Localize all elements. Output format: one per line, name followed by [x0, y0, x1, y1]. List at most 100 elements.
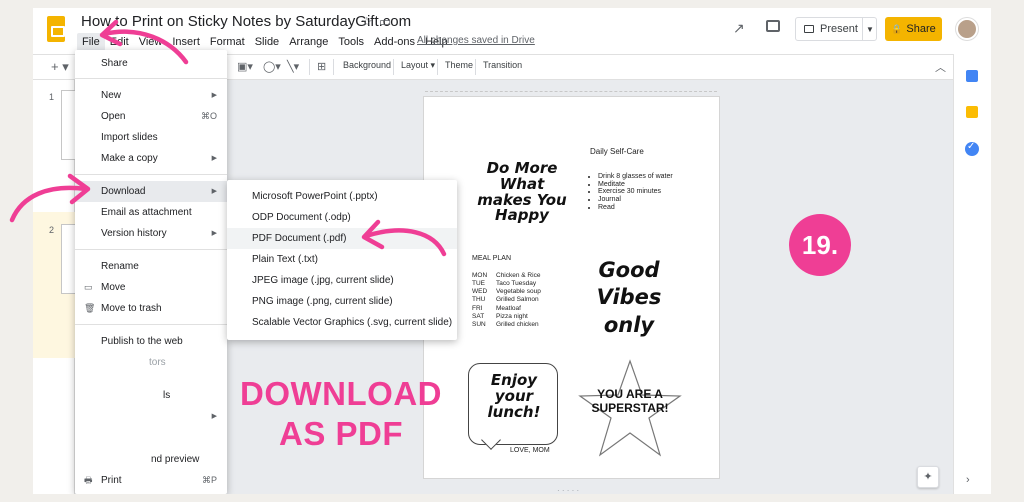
menu-slide[interactable]: Slide [250, 33, 284, 51]
slides-logo-icon[interactable] [47, 16, 65, 42]
theme-button[interactable]: Theme [445, 60, 473, 70]
filmstrip: 1 2 [33, 80, 77, 494]
menu-view[interactable]: View [134, 33, 168, 51]
menu-format[interactable]: Format [205, 33, 250, 51]
file-menu-import-slides[interactable]: Import slides [75, 127, 227, 148]
download-pdf[interactable]: PDF Document (.pdf) [227, 228, 457, 249]
submenu-arrow-icon: ▶ [211, 188, 217, 195]
overlay-line-2: AS PDF [278, 414, 403, 452]
ruler [425, 84, 717, 92]
file-menu-version-history[interactable]: Version history ▶ [75, 223, 227, 244]
download-odp[interactable]: ODP Document (.odp) [227, 207, 457, 228]
comment-icon[interactable] [766, 20, 780, 32]
step-badge: 19. [789, 214, 851, 276]
trend-icon[interactable]: ↗ [733, 20, 745, 37]
note-enjoy-lunch[interactable]: Enjoy your lunch! [476, 372, 552, 420]
overlay-line-1: DOWNLOAD [240, 375, 442, 412]
note-good-vibes[interactable]: Good Vibes only [584, 257, 674, 339]
submenu-arrow-icon: ▶ [211, 230, 217, 237]
new-slide-icon[interactable]: + ▾ [51, 59, 69, 75]
submenu-arrow-icon: ▶ [211, 92, 217, 99]
present-icon [804, 25, 814, 33]
download-submenu: Microsoft PowerPoint (.pptx) ODP Documen… [227, 180, 457, 340]
file-menu-share[interactable]: Share [75, 53, 227, 74]
menu-file[interactable]: File [77, 33, 105, 51]
selfcare-title[interactable]: Daily Self-Care [590, 147, 644, 156]
file-menu-details[interactable]: ls [75, 385, 227, 406]
file-menu-publish[interactable]: Publish to the web [75, 331, 227, 352]
chevron-right-icon[interactable]: › [966, 474, 970, 486]
list-item: Exercise 30 minutes [598, 188, 698, 196]
transition-button[interactable]: Transition [483, 60, 522, 70]
download-jpg[interactable]: JPEG image (.jpg, current slide) [227, 270, 457, 291]
folder-icon: ▭ [84, 282, 93, 292]
note-superstar[interactable]: YOU ARE A SUPERSTAR! [588, 387, 672, 416]
save-status-link[interactable]: All changes saved in Drive [417, 35, 535, 46]
printer-icon: 🖶 [84, 475, 93, 485]
resize-handle[interactable]: · · · · · [557, 486, 579, 494]
download-txt[interactable]: Plain Text (.txt) [227, 249, 457, 270]
submenu-arrow-icon: ▶ [211, 413, 217, 420]
note-do-more[interactable]: Do More What makes You Happy [472, 160, 572, 224]
shape-icon[interactable]: ◯▾ [263, 60, 281, 73]
file-menu-print-preview[interactable]: nd preview [75, 449, 227, 470]
list-item: Journal [598, 196, 698, 204]
meal-plan-title[interactable]: MEAL PLAN [472, 255, 511, 262]
side-panel: › [953, 54, 991, 494]
file-menu-language[interactable]: ▶ [75, 406, 227, 427]
meal-row: SAT Pizza night [472, 312, 528, 320]
file-menu-collaborators[interactable]: tors [75, 352, 227, 373]
submenu-arrow-icon: ▶ [211, 155, 217, 162]
tasks-icon[interactable] [965, 141, 979, 156]
download-pptx[interactable]: Microsoft PowerPoint (.pptx) [227, 186, 457, 207]
image-icon[interactable]: ▣▾ [237, 60, 253, 73]
trash-icon: 🗑 [84, 303, 96, 313]
meal-row: TUE Taco Tuesday [472, 280, 537, 288]
line-icon[interactable]: ╲▾ [287, 60, 299, 73]
menu-tools[interactable]: Tools [333, 33, 369, 51]
meal-plan-table[interactable]: MON Chicken & Rice TUE Taco Tuesday WED Veg… [472, 272, 541, 329]
list-item: Drink 8 glasses of water [598, 173, 698, 181]
folder-icon[interactable]: ▭ [379, 14, 391, 30]
lock-icon: 🔒 [891, 23, 903, 34]
selfcare-list[interactable]: Drink 8 glasses of water Meditate Exerci… [588, 173, 698, 211]
share-button[interactable]: 🔒 Share [885, 17, 942, 41]
menu-insert[interactable]: Insert [167, 33, 205, 51]
avatar[interactable] [956, 18, 978, 40]
menu-arrange[interactable]: Arrange [284, 33, 333, 51]
list-item: Read [598, 204, 698, 212]
explore-button[interactable]: ✦ [917, 466, 939, 488]
meal-row: SUN Grilled chicken [472, 320, 539, 328]
present-dropdown-icon[interactable]: ▼ [862, 17, 877, 41]
comment-add-icon[interactable]: ⊞ [317, 60, 326, 73]
file-menu-move[interactable]: ▭ Move [75, 277, 227, 298]
file-menu-print[interactable]: 🖶 Print ⌘P [75, 470, 227, 491]
file-menu-new[interactable]: New ▶ [75, 85, 227, 106]
background-button[interactable]: Background [343, 60, 391, 70]
menu-addons[interactable]: Add-ons [369, 33, 420, 51]
present-label: Present [820, 23, 858, 35]
slide-number-2: 2 [49, 225, 55, 235]
file-menu: Share New ▶ Open ⌘O Import slides Make a c… [75, 50, 227, 494]
meal-row: MON Chicken & Rice [472, 272, 541, 279]
download-svg[interactable]: Scalable Vector Graphics (.svg, current … [227, 312, 457, 333]
file-menu-download[interactable]: Download ▶ [75, 181, 227, 202]
list-item: Meditate [598, 181, 698, 189]
meal-row: WED Vegetable soup [472, 288, 541, 296]
file-menu-rename[interactable]: Rename [75, 256, 227, 277]
meal-row: FRI Meatloaf [472, 304, 521, 312]
file-menu-open[interactable]: Open ⌘O [75, 106, 227, 127]
file-menu-trash[interactable]: 🗑 Move to trash [75, 298, 227, 319]
file-menu-make-copy[interactable]: Make a copy ▶ [75, 148, 227, 169]
calendar-icon[interactable] [966, 70, 978, 82]
star-icon[interactable]: ☆ [361, 14, 373, 30]
app-window: How to Print on Sticky Notes by Saturday… [33, 8, 991, 494]
download-png[interactable]: PNG image (.png, current slide) [227, 291, 457, 312]
layout-button[interactable]: Layout ▾ [401, 60, 435, 71]
menu-edit[interactable]: Edit [105, 33, 134, 51]
collapse-toolbar-icon[interactable]: ︿ [935, 59, 946, 75]
keep-icon[interactable] [966, 106, 978, 118]
slide[interactable]: Do More What makes You Happy Daily Self-… [424, 97, 719, 478]
note-love-mom[interactable]: LOVE, MOM [510, 447, 550, 454]
file-menu-email[interactable]: Email as attachment [75, 202, 227, 223]
